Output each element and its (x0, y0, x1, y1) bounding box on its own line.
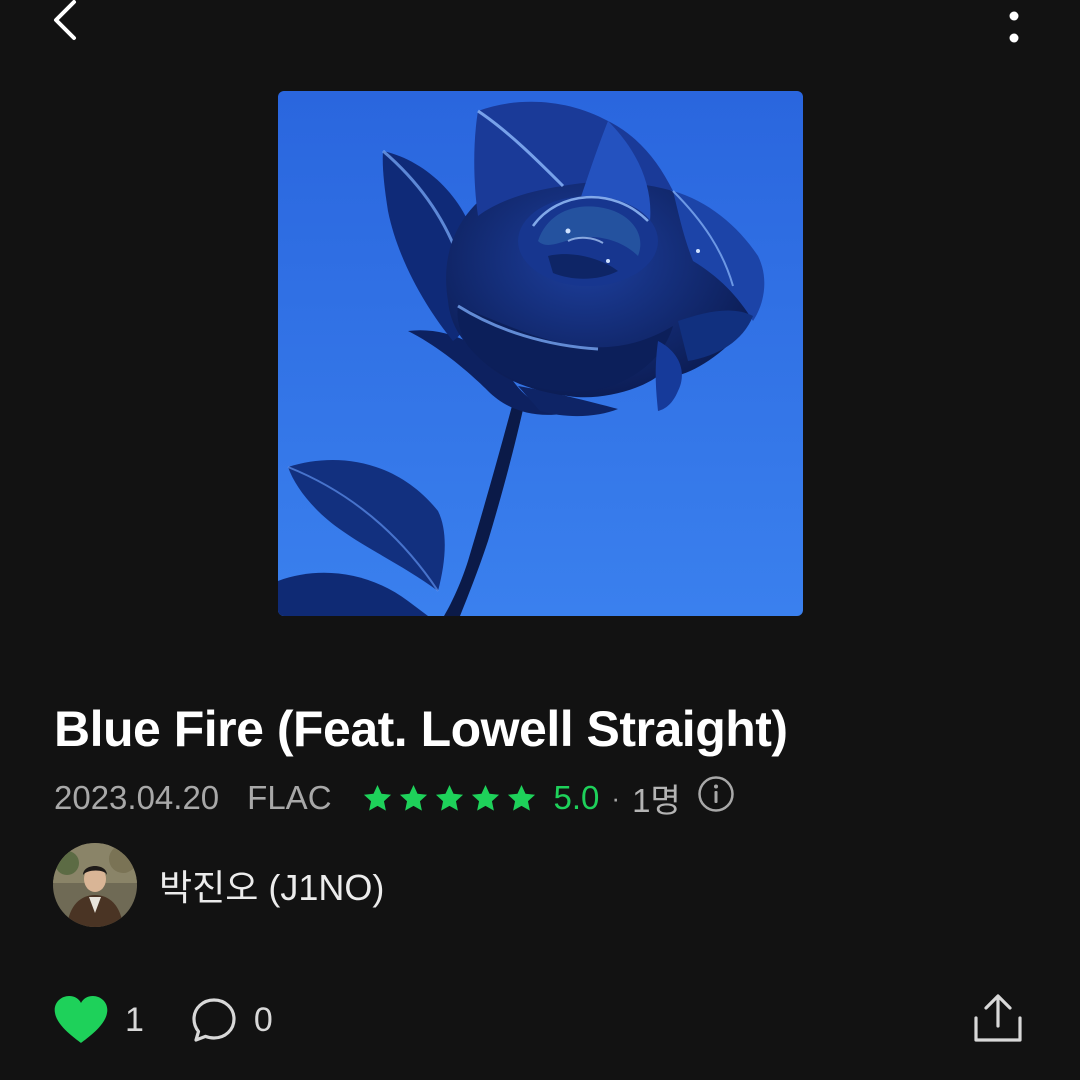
artist-avatar[interactable] (53, 843, 137, 927)
artist-photo (53, 843, 137, 927)
song-meta-row: 2023.04.20 FLAC 5.0 · 1명 (54, 776, 735, 820)
rating-info-button[interactable] (681, 775, 735, 821)
rating-value: 5.0 (553, 779, 600, 816)
album-art[interactable] (278, 91, 803, 616)
heart-icon (54, 996, 108, 1043)
rating-stars[interactable] (362, 783, 542, 814)
like-count: 1 (125, 1000, 144, 1039)
audio-format-badge: FLAC (247, 779, 332, 816)
back-button[interactable] (44, 0, 88, 44)
song-title: Blue Fire (Feat. Lowell Straight) (54, 701, 788, 757)
vertical-dots-icon (1009, 11, 1019, 43)
blue-rose-illustration (278, 91, 803, 616)
action-bar: 1 0 (53, 994, 319, 1046)
star-icon (363, 784, 391, 811)
separator-dot: · (611, 782, 621, 813)
artist-row[interactable]: 박진오 (J1NO) (53, 843, 384, 927)
star-icon (507, 784, 535, 811)
comment-count: 0 (253, 1000, 273, 1039)
star-icon (399, 784, 427, 811)
star-icon (435, 784, 463, 811)
like-button[interactable]: 1 (53, 995, 144, 1045)
share-icon (974, 994, 1022, 1042)
release-date: 2023.04.20 (54, 779, 220, 816)
more-options-button[interactable] (996, 8, 1032, 48)
artist-name[interactable]: 박진오 (J1NO) (159, 859, 384, 911)
info-icon (698, 776, 734, 812)
star-icon (471, 784, 499, 811)
chevron-left-icon (54, 0, 76, 40)
share-button[interactable] (972, 994, 1024, 1044)
rater-count: 1명 (632, 782, 681, 819)
comment-button[interactable]: 0 (190, 996, 273, 1044)
comment-icon (192, 998, 236, 1042)
